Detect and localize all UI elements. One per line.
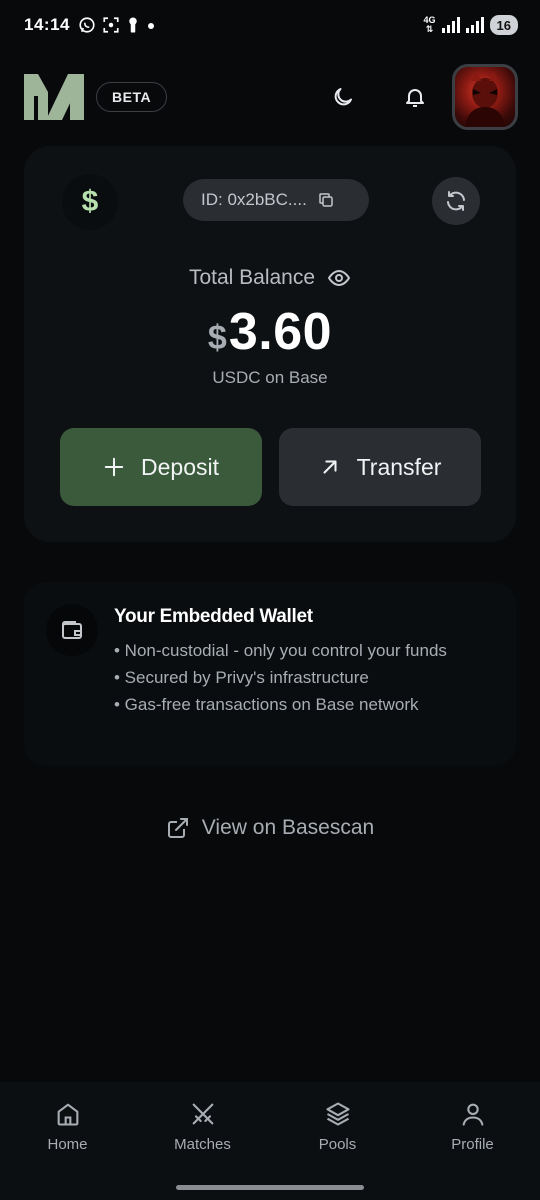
bottom-nav: Home Matches Pools Profile (0, 1082, 540, 1200)
nav-label-profile: Profile (451, 1136, 494, 1153)
total-balance-row: Total Balance (24, 266, 516, 290)
info-bullet: • Non-custodial - only you control your … (114, 641, 447, 660)
external-link-icon (167, 818, 188, 838)
signal-icon-2 (465, 17, 484, 33)
notifications-button[interactable] (402, 84, 428, 110)
refresh-button[interactable] (432, 177, 480, 225)
app-logo-icon[interactable] (24, 74, 86, 120)
status-bar: 14:14 4G ⇅ 16 (0, 0, 540, 50)
nav-item-home[interactable]: Home (13, 1100, 123, 1200)
total-balance-label: Total Balance (188, 266, 316, 289)
deposit-button[interactable]: Deposit (60, 428, 262, 506)
nav-label-home: Home (47, 1136, 88, 1153)
gesture-bar[interactable] (176, 1185, 364, 1190)
info-bullet: • Secured by Privy's infrastructure (114, 668, 369, 687)
dollar-icon: $ (62, 174, 118, 230)
transfer-label: Transfer (356, 453, 442, 480)
status-right: 4G ⇅ 16 (424, 15, 518, 35)
whatsapp-icon (79, 17, 95, 33)
status-left: 14:14 (24, 15, 156, 35)
status-time: 14:14 (24, 15, 70, 34)
nav-label-matches: Matches (174, 1136, 231, 1153)
info-bullet: • Gas-free transactions on Base network (114, 695, 419, 714)
arrow-up-right-icon (323, 460, 337, 474)
embedded-wallet-card: Your Embedded Wallet • Non-custodial - o… (24, 582, 516, 766)
transfer-button[interactable]: Transfer (279, 428, 481, 506)
plus-icon (104, 457, 124, 477)
wallet-icon (62, 621, 82, 639)
theme-toggle-button[interactable] (330, 84, 356, 110)
home-icon (57, 1103, 78, 1126)
view-on-basescan-link[interactable]: View on Basescan (0, 816, 540, 840)
nav-item-profile[interactable]: Profile (418, 1100, 528, 1200)
avatar-image (465, 71, 505, 127)
user-icon (462, 1103, 483, 1126)
beta-badge: BETA (96, 82, 168, 112)
nav-label-pools: Pools (318, 1136, 357, 1153)
layers-icon (325, 1102, 350, 1126)
dot-icon (147, 23, 154, 29)
screenshot-icon (103, 17, 119, 33)
balance-amount-row: $ 3.60 (24, 302, 516, 362)
network-indicator: 4G ⇅ (424, 16, 436, 34)
user-avatar[interactable] (452, 64, 518, 130)
network-label: USDC on Base (212, 368, 328, 387)
basescan-label: View on Basescan (201, 816, 375, 839)
balance-amount: 3.60 (228, 303, 333, 361)
keyhole-icon (129, 17, 137, 33)
refresh-icon (447, 191, 465, 211)
currency-symbol: $ (207, 319, 227, 357)
wallet-icon-container (46, 604, 98, 656)
bell-icon (406, 89, 424, 107)
info-list: • Non-custodial - only you control your … (114, 638, 494, 719)
swords-icon (192, 1103, 213, 1125)
data-arrows-icon: ⇅ (425, 24, 434, 34)
moon-icon (334, 88, 352, 106)
app-header: BETA (0, 62, 540, 132)
status-notification-icons (78, 16, 156, 34)
balance-card: $ ID: 0x2bBC.... Total Balance $ 3.60 US… (24, 146, 516, 542)
battery-badge: 16 (489, 15, 518, 35)
signal-icon (441, 17, 460, 33)
deposit-label: Deposit (141, 453, 219, 480)
copy-icon[interactable] (317, 191, 335, 209)
eye-icon[interactable] (327, 266, 351, 290)
wallet-id-pill[interactable]: ID: 0x2bBC.... (183, 179, 369, 221)
info-title: Your Embedded Wallet (114, 606, 313, 627)
wallet-id-text: ID: 0x2bBC.... (201, 190, 307, 209)
